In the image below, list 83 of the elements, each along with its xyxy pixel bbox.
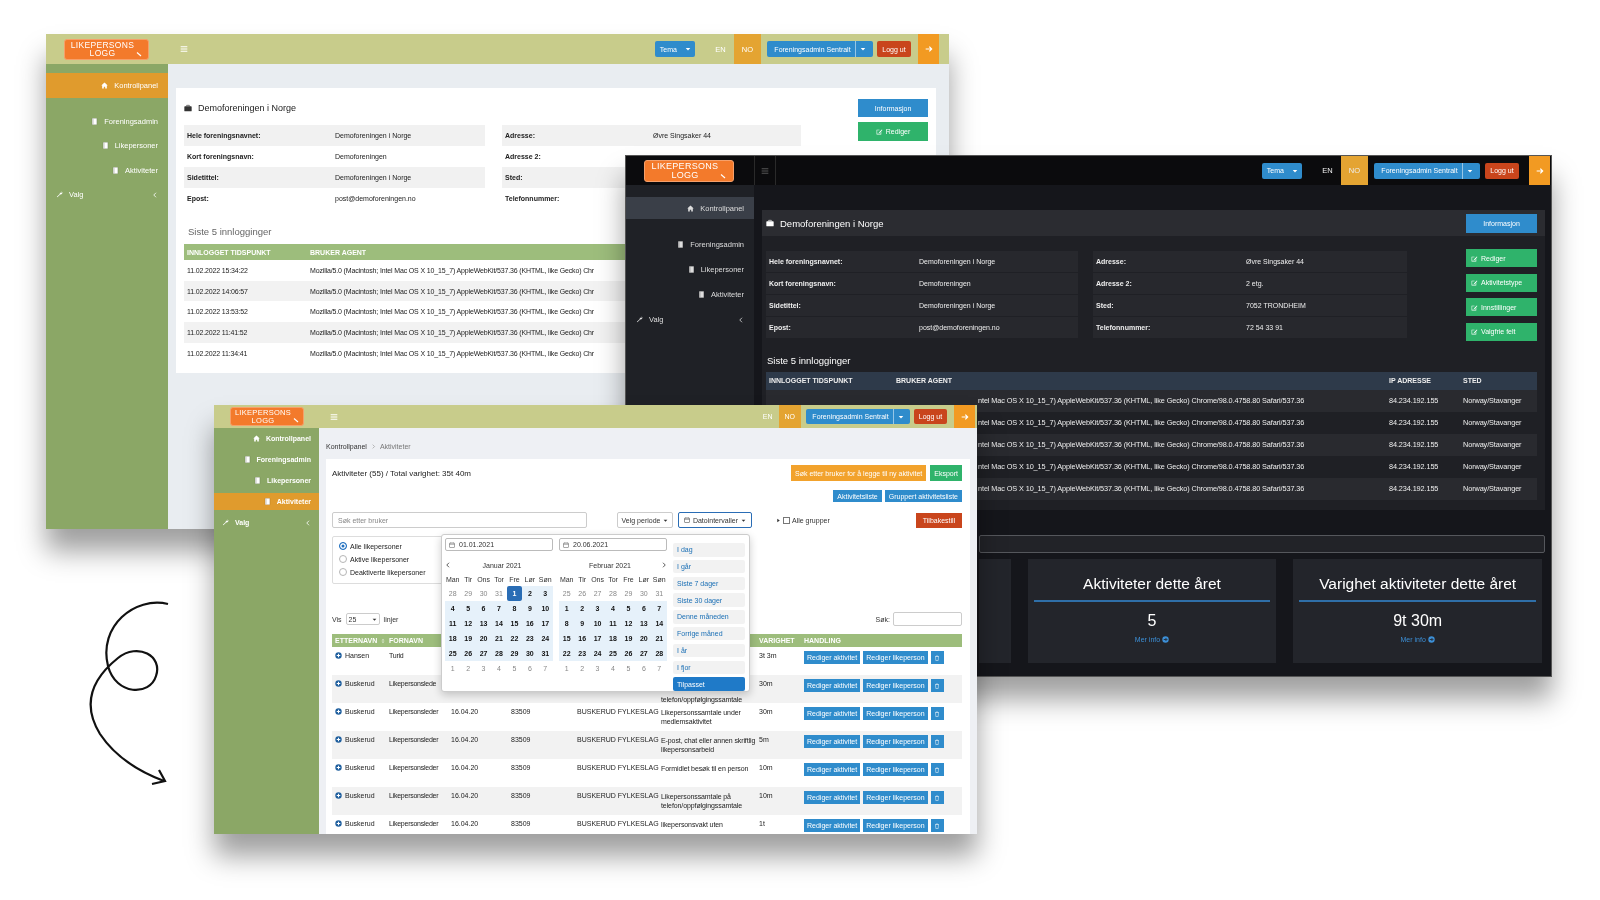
book-icon <box>112 166 120 174</box>
caret-icon <box>741 517 747 523</box>
logo-text: LIKEPERSONS LOGG <box>70 40 135 58</box>
radio-button[interactable] <box>339 568 347 576</box>
trash-icon <box>934 682 941 689</box>
calendar-icon <box>683 517 690 523</box>
home-icon <box>101 82 109 89</box>
caret-icon <box>371 616 377 622</box>
home-icon <box>687 204 695 212</box>
delete-button[interactable] <box>930 763 944 776</box>
page-title: Aktiviteter (55) / Total varighet: 35t 40m <box>332 468 472 478</box>
edit-icon <box>1471 279 1478 286</box>
book-icon <box>698 291 706 298</box>
plus-circle-icon <box>335 820 342 827</box>
caret-icon <box>859 46 866 52</box>
plus-circle-icon <box>335 792 342 799</box>
stat-value: 9t 30m <box>1393 611 1443 630</box>
arrow-right-icon <box>924 45 933 53</box>
radio-button[interactable] <box>339 555 347 563</box>
sort-icon <box>380 637 387 644</box>
pen-icon <box>136 50 143 57</box>
calendar-icon <box>563 541 569 548</box>
arrow-circle-icon <box>1427 635 1435 643</box>
book-icon <box>254 477 262 484</box>
trash-icon <box>934 794 941 801</box>
menu-icon[interactable] <box>761 166 769 175</box>
edit-icon <box>1471 254 1478 262</box>
pen-icon <box>720 172 727 179</box>
stat-title: Varighet aktiviteter dette året <box>1319 574 1517 593</box>
book-icon <box>677 241 685 248</box>
delete-button[interactable] <box>930 707 944 720</box>
wrench-icon <box>222 519 229 526</box>
delete-button[interactable] <box>930 819 944 832</box>
delete-button[interactable] <box>930 679 944 692</box>
card-title: Demoforeningen i Norge <box>198 103 297 113</box>
caret-icon <box>684 46 691 52</box>
calendar-icon <box>449 541 455 548</box>
caret-icon <box>1466 167 1473 174</box>
section-title: Siste 5 innlogginger <box>188 226 273 237</box>
input-field[interactable] <box>979 534 1545 553</box>
stat-title: Aktiviteter dette året <box>1083 574 1221 593</box>
home-icon <box>252 435 260 442</box>
logo-text: LIKEPERSONS LOGG <box>651 161 719 180</box>
caret-icon <box>663 517 669 523</box>
trash-icon <box>934 738 941 745</box>
plus-circle-icon <box>335 652 342 659</box>
book-icon <box>263 498 271 505</box>
plus-circle-icon <box>335 764 342 771</box>
plus-circle-icon <box>335 736 342 743</box>
book-icon <box>243 456 251 463</box>
wrench-icon <box>636 316 643 323</box>
briefcase-icon <box>184 104 192 112</box>
card-title: Demoforeningen i Norge <box>780 217 884 229</box>
plus-circle-icon <box>335 708 342 715</box>
caret-icon <box>1291 167 1298 174</box>
delete-button[interactable] <box>930 651 944 664</box>
wrench-icon <box>56 191 63 199</box>
table-search-field[interactable] <box>893 612 962 626</box>
delete-button[interactable] <box>930 735 944 748</box>
arrow-right-icon <box>1535 166 1544 175</box>
delete-button[interactable] <box>930 791 944 804</box>
chevron-right-icon[interactable] <box>370 444 376 449</box>
plus-circle-icon <box>335 680 342 687</box>
pen-icon <box>293 417 300 423</box>
arrow-circle-icon <box>1162 635 1170 643</box>
arrow-right-icon <box>960 412 969 421</box>
trash-icon <box>934 654 941 661</box>
trash-icon <box>934 822 941 829</box>
trash-icon <box>934 710 941 717</box>
checkbox[interactable] <box>783 516 790 524</box>
edit-icon <box>1471 303 1478 311</box>
trash-icon <box>934 766 941 773</box>
edit-icon <box>1471 328 1478 335</box>
book-icon <box>101 142 109 150</box>
stat-value: 5 <box>1147 611 1157 630</box>
chevron-left-icon[interactable] <box>445 562 451 568</box>
chevron-right-icon[interactable] <box>661 562 667 568</box>
book-icon <box>91 117 99 125</box>
section-title: Siste 5 innlogginger <box>767 354 852 366</box>
radio-button[interactable] <box>339 542 347 550</box>
triangle-right-icon <box>776 517 781 523</box>
book-icon <box>687 266 695 273</box>
briefcase-icon <box>766 219 774 227</box>
